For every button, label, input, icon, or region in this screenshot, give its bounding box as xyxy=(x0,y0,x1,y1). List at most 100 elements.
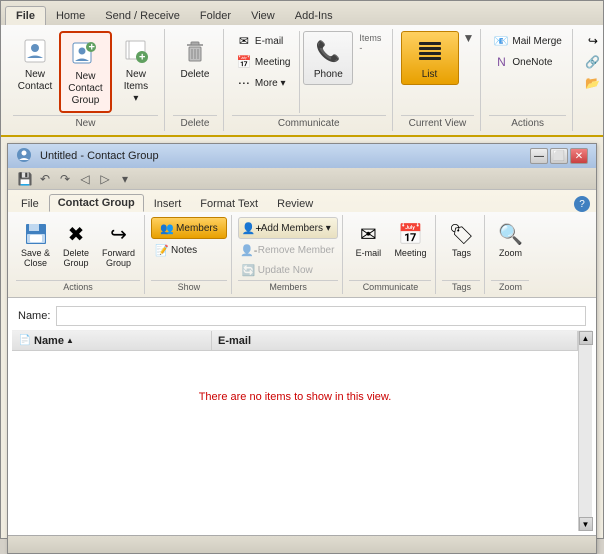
onenote-button[interactable]: N OneNote xyxy=(489,52,565,72)
zoom-icon: 🔍 xyxy=(496,220,524,248)
tab-send-receive[interactable]: Send / Receive xyxy=(95,7,190,25)
name-row: Name: xyxy=(12,302,592,331)
qa-forward-button[interactable]: ▷ xyxy=(96,170,114,188)
group-actions: 📧 Mail Merge N OneNote Actions xyxy=(483,29,572,131)
list-view-label: List xyxy=(422,69,438,81)
svg-text:+: + xyxy=(89,42,95,54)
inner-tab-review[interactable]: Review xyxy=(268,195,322,212)
inner-window: Untitled - Contact Group — ⬜ ✕ 💾 ↶ ↷ ◁ ▷… xyxy=(7,143,597,554)
mail-merge-button[interactable]: 📧 Mail Merge xyxy=(489,31,565,51)
email-icon: ✉ xyxy=(236,33,252,49)
tags-button[interactable]: 🏷 Tags xyxy=(442,217,480,262)
new-contact-group-button[interactable]: + New ContactGroup xyxy=(59,31,112,113)
inner-title: Untitled - Contact Group xyxy=(40,150,159,162)
update-now-button[interactable]: 🔄 Update Now xyxy=(238,261,339,279)
inner-tab-format-text[interactable]: Format Text xyxy=(191,195,267,212)
inner-tags-label: Tags xyxy=(442,280,480,292)
tab-addins[interactable]: Add-Ins xyxy=(285,7,343,25)
tab-file[interactable]: File xyxy=(5,6,46,25)
list-header: 📄 Name ▲ E-mail xyxy=(12,331,578,351)
delete-icon xyxy=(179,35,211,67)
inner-show-label: Show xyxy=(151,280,227,292)
inner-email-icon: ✉ xyxy=(354,220,382,248)
forward-group-button[interactable]: ↪ ForwardGroup xyxy=(97,217,140,272)
tab-view[interactable]: View xyxy=(241,7,285,25)
delete-group-icon: ✖ xyxy=(62,220,90,248)
inner-members-label: Members xyxy=(238,280,339,292)
add-members-icon: 👤+ xyxy=(245,221,259,235)
group-delete-label: Delete xyxy=(173,115,217,129)
view-dropdown-arrow[interactable]: ▼ xyxy=(463,31,475,45)
tab-home[interactable]: Home xyxy=(46,7,95,25)
tab-folder[interactable]: Folder xyxy=(190,7,241,25)
group-communicate: ✉ E-mail 📅 Meeting ⋯ More ▾ 📞 xyxy=(226,29,393,131)
forward-button[interactable]: ↪ Forward xyxy=(581,31,604,51)
save-close-button[interactable]: Save &Close xyxy=(16,217,55,272)
qa-redo-button[interactable]: ↷ xyxy=(56,170,74,188)
remove-member-label: Remove Member xyxy=(258,245,335,256)
email-column-header[interactable]: E-mail xyxy=(212,331,578,350)
new-contact-button[interactable]: NewContact xyxy=(13,31,57,97)
inner-group-actions: Save &Close ✖ DeleteGroup ↪ ForwardGroup… xyxy=(12,215,145,294)
email-button[interactable]: ✉ E-mail xyxy=(232,31,295,51)
inner-ribbon-tabs: File Contact Group Insert Format Text Re… xyxy=(8,190,596,212)
qa-back-button[interactable]: ◁ xyxy=(76,170,94,188)
qa-save-button[interactable]: 💾 xyxy=(16,170,34,188)
add-members-button[interactable]: 👤+ Add Members ▾ xyxy=(238,217,339,239)
email-label: E-mail xyxy=(255,36,283,47)
inner-ribbon: File Contact Group Insert Format Text Re… xyxy=(8,190,596,298)
outer-window: File Home Send / Receive Folder View Add… xyxy=(0,0,604,539)
list-view-button[interactable]: List xyxy=(401,31,459,85)
inner-meeting-label: Meeting xyxy=(394,249,426,259)
minimize-button[interactable]: — xyxy=(530,148,548,164)
new-contact-label: NewContact xyxy=(18,69,52,93)
new-contact-icon xyxy=(19,35,51,67)
inner-tab-file[interactable]: File xyxy=(12,195,48,212)
ribbon-help-button[interactable]: ? xyxy=(574,196,590,212)
sort-icon: ▲ xyxy=(66,336,74,345)
name-input[interactable] xyxy=(56,306,586,326)
new-items-label: NewItems ▾ xyxy=(120,69,152,105)
inner-tab-insert[interactable]: Insert xyxy=(145,195,191,212)
qa-more-button[interactable]: ▾ xyxy=(116,170,134,188)
window-controls: — ⬜ ✕ xyxy=(530,148,588,164)
inner-email-button[interactable]: ✉ E-mail xyxy=(349,217,387,262)
inner-group-members: 👤+ Add Members ▾ 👤- Remove Member 🔄 Upda… xyxy=(234,215,344,294)
inner-meeting-icon: 📅 xyxy=(396,220,424,248)
scroll-track[interactable] xyxy=(579,345,592,517)
inner-communicate-label: Communicate xyxy=(349,280,431,292)
phone-label: Phone xyxy=(314,69,343,81)
qa-undo-button[interactable]: ↶ xyxy=(36,170,54,188)
new-items-button[interactable]: + NewItems ▾ xyxy=(114,31,158,109)
content-area: Name: 📄 Name ▲ E-mail xyxy=(8,298,596,535)
empty-message: There are no items to show in this view. xyxy=(12,351,578,443)
meeting-button[interactable]: 📅 Meeting xyxy=(232,52,295,72)
share-co-button[interactable]: 🔗 Share Co... xyxy=(581,52,604,72)
quick-access-toolbar: 💾 ↶ ↷ ◁ ▷ ▾ xyxy=(8,168,596,190)
scroll-down-button[interactable]: ▼ xyxy=(579,517,593,531)
group-current-view: List ▼ Current View xyxy=(395,29,482,131)
more-button[interactable]: ⋯ More ▾ xyxy=(232,73,295,93)
open-sh-button[interactable]: 📂 Open Sh... xyxy=(581,73,604,93)
delete-button[interactable]: Delete xyxy=(173,31,217,85)
delete-label: Delete xyxy=(180,69,209,81)
phone-icon: 📞 xyxy=(312,35,344,67)
name-column-header[interactable]: 📄 Name ▲ xyxy=(12,331,212,350)
inner-group-zoom: 🔍 Zoom Zoom xyxy=(487,215,533,294)
scrollbar-vertical[interactable]: ▲ ▼ xyxy=(578,331,592,531)
notes-button[interactable]: 📝 Notes xyxy=(151,241,227,259)
add-members-label: Add Members ▾ xyxy=(261,223,331,234)
zoom-button[interactable]: 🔍 Zoom xyxy=(491,217,529,262)
members-button[interactable]: 👥 Members xyxy=(151,217,227,239)
close-button[interactable]: ✕ xyxy=(570,148,588,164)
new-items-icon: + xyxy=(120,35,152,67)
restore-button[interactable]: ⬜ xyxy=(550,148,568,164)
phone-button[interactable]: 📞 Phone xyxy=(303,31,353,85)
save-close-label: Save &Close xyxy=(21,249,50,269)
zoom-label: Zoom xyxy=(499,249,522,259)
remove-member-button[interactable]: 👤- Remove Member xyxy=(238,241,339,259)
delete-group-button[interactable]: ✖ DeleteGroup xyxy=(57,217,95,272)
inner-tab-contact-group[interactable]: Contact Group xyxy=(49,194,144,212)
scroll-up-button[interactable]: ▲ xyxy=(579,331,593,345)
inner-meeting-button[interactable]: 📅 Meeting xyxy=(389,217,431,262)
